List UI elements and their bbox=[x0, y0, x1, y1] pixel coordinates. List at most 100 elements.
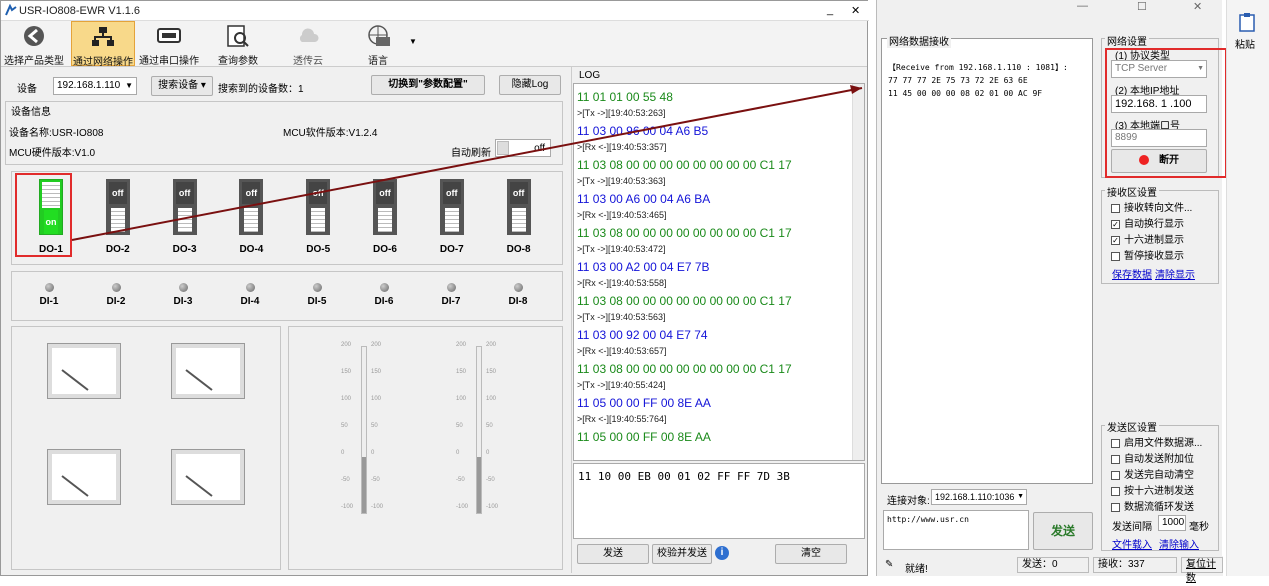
option-label: 自动换行显示 bbox=[1124, 219, 1184, 230]
file-load-link[interactable]: 文件载入 bbox=[1112, 536, 1152, 551]
analog-gauge-1 bbox=[47, 343, 121, 399]
log-line: 11 05 00 00 FF 00 8E AA bbox=[577, 430, 711, 444]
status-icon: ✎ bbox=[885, 559, 894, 570]
option-label: 暂停接收显示 bbox=[1124, 251, 1184, 262]
thermo-tick: 100 bbox=[371, 396, 382, 402]
local-ip-input[interactable]: 192.168. 1 .100 bbox=[1111, 95, 1207, 113]
log-line: 11 03 08 00 00 00 00 00 00 00 00 C1 17 bbox=[577, 362, 792, 376]
checkbox-icon bbox=[1111, 203, 1120, 213]
net-send-button[interactable]: 发送 bbox=[1033, 512, 1093, 550]
log-send-text: 11 10 00 EB 00 01 02 FF FF 7D 3B bbox=[578, 470, 790, 483]
checkbox-icon bbox=[1111, 454, 1120, 464]
option-label: 启用文件数据源... bbox=[1124, 438, 1203, 449]
option-checkbox[interactable]: ✓ 自动换行显示 bbox=[1111, 215, 1184, 230]
checkbox-icon bbox=[1111, 251, 1120, 261]
analog-gauge-4 bbox=[171, 449, 245, 505]
thermo-tick: -50 bbox=[341, 477, 350, 483]
option-label: 接收转向文件... bbox=[1124, 203, 1193, 214]
chevron-down-icon: ▼ bbox=[1197, 65, 1204, 72]
net-send-input[interactable]: http://www.usr.cn bbox=[883, 510, 1029, 550]
chevron-down-icon: ▼ bbox=[1017, 493, 1024, 500]
thermometer-2 bbox=[476, 346, 482, 514]
clipboard-icon[interactable] bbox=[1237, 12, 1257, 32]
reset-count-link[interactable]: 复位计数 bbox=[1181, 557, 1223, 584]
thermo-tick: -50 bbox=[371, 477, 380, 483]
thermo-tick: 200 bbox=[456, 342, 467, 348]
info-icon[interactable]: i bbox=[715, 546, 729, 560]
log-send-input[interactable]: 11 10 00 EB 00 01 02 FF FF 7D 3B bbox=[573, 463, 865, 539]
option-label: 自动发送附加位 bbox=[1124, 454, 1194, 465]
net-receive-title: 网络数据接收 bbox=[887, 33, 951, 48]
net-settings-title: 网络设置 bbox=[1105, 33, 1149, 48]
log-send-button[interactable]: 发送 bbox=[577, 544, 649, 564]
option-label: 按十六进制发送 bbox=[1124, 486, 1194, 497]
checkbox-icon bbox=[1111, 486, 1120, 496]
interval-input[interactable]: 1000 bbox=[1158, 515, 1186, 531]
checkbox-checked-icon: ✓ bbox=[1111, 235, 1120, 245]
option-checkbox[interactable]: ✓ 十六进制显示 bbox=[1111, 231, 1184, 246]
log-line: >[Rx <-][19:40:55:764] bbox=[577, 414, 667, 424]
log-line: 11 03 00 92 00 04 E7 74 bbox=[577, 328, 708, 342]
thermometer-panel bbox=[288, 326, 563, 570]
thermo-tick: 50 bbox=[341, 423, 348, 429]
option-label: 十六进制显示 bbox=[1124, 235, 1184, 246]
verify-send-button[interactable]: 校验并发送 bbox=[652, 544, 712, 564]
option-checkbox[interactable]: 自动发送附加位 bbox=[1111, 450, 1194, 465]
option-checkbox[interactable]: 接收转向文件... bbox=[1111, 199, 1192, 214]
thermo-tick: 100 bbox=[456, 396, 467, 402]
thermo-tick: 150 bbox=[371, 369, 382, 375]
interval-label: 发送间隔 bbox=[1112, 522, 1152, 533]
net-receive-area[interactable]: 【Receive from 192.168.1.110 : 1081】: 77 7… bbox=[881, 38, 1093, 484]
clear-input-link[interactable]: 清除输入 bbox=[1159, 536, 1199, 551]
close-button[interactable]: ✕ bbox=[1193, 0, 1202, 13]
thermo-tick: 0 bbox=[456, 450, 460, 456]
interval-unit: 毫秒 bbox=[1189, 522, 1209, 533]
thermo-tick: 0 bbox=[371, 450, 375, 456]
option-checkbox[interactable]: 启用文件数据源... bbox=[1111, 434, 1202, 449]
local-port-input[interactable]: 8899 bbox=[1111, 129, 1207, 147]
thermo-tick: -50 bbox=[486, 477, 495, 483]
thermo-tick: 150 bbox=[341, 369, 352, 375]
minimize-button[interactable]: — bbox=[1077, 0, 1088, 12]
disconnect-button[interactable]: 断开 bbox=[1111, 149, 1207, 173]
checkbox-icon bbox=[1111, 502, 1120, 512]
received-count: 接收：337 bbox=[1093, 557, 1177, 573]
thermo-tick: -100 bbox=[456, 504, 469, 510]
option-checkbox[interactable]: 按十六进制发送 bbox=[1111, 482, 1194, 497]
annotation-arrow bbox=[71, 85, 863, 241]
disconnect-label: 断开 bbox=[1159, 155, 1179, 166]
restore-button[interactable]: ☐ bbox=[1137, 0, 1147, 13]
save-data-link[interactable]: 保存数据 bbox=[1112, 266, 1152, 281]
thermo-tick: -100 bbox=[486, 504, 499, 510]
clear-display-link[interactable]: 清除显示 bbox=[1155, 266, 1195, 281]
log-line: 11 05 00 00 FF 00 8E AA bbox=[577, 396, 711, 410]
thermo-tick: 150 bbox=[486, 369, 497, 375]
option-label: 发送完自动清空 bbox=[1124, 470, 1194, 481]
thermo-tick: 0 bbox=[486, 450, 490, 456]
analog-gauge-3 bbox=[47, 449, 121, 505]
thermo-tick: 200 bbox=[341, 342, 352, 348]
net-send-text: http://www.usr.cn bbox=[887, 515, 969, 524]
thermo-tick: 0 bbox=[341, 450, 345, 456]
checkbox-checked-icon: ✓ bbox=[1111, 219, 1120, 229]
log-clear-button[interactable]: 清空 bbox=[775, 544, 847, 564]
sent-count: 发送：0 bbox=[1017, 557, 1089, 573]
thermo-tick: 100 bbox=[486, 396, 497, 402]
option-label: 数据流循环发送 bbox=[1124, 502, 1194, 513]
protocol-select[interactable]: TCP Server ▼ bbox=[1111, 60, 1207, 78]
thermo-tick: 50 bbox=[486, 423, 493, 429]
recv-line: 【Receive from 192.168.1.110 : 1081】: bbox=[888, 63, 1068, 72]
thermo-tick: 150 bbox=[456, 369, 467, 375]
log-line: >[Tx ->][19:40:55:424] bbox=[577, 380, 666, 390]
option-checkbox[interactable]: 发送完自动清空 bbox=[1111, 466, 1194, 481]
target-select[interactable]: 192.168.1.110:1036 ▼ bbox=[931, 489, 1027, 505]
target-value: 192.168.1.110:1036 bbox=[935, 492, 1015, 502]
target-label: 连接对象: bbox=[887, 496, 930, 507]
checkbox-icon bbox=[1111, 470, 1120, 480]
side-strip: 粘贴 bbox=[1226, 0, 1269, 576]
send-settings-title: 发送区设置 bbox=[1105, 419, 1159, 434]
option-checkbox[interactable]: 暂停接收显示 bbox=[1111, 247, 1184, 262]
option-checkbox[interactable]: 数据流循环发送 bbox=[1111, 498, 1194, 513]
thermo-tick: 50 bbox=[371, 423, 378, 429]
thermo-tick: -100 bbox=[341, 504, 354, 510]
